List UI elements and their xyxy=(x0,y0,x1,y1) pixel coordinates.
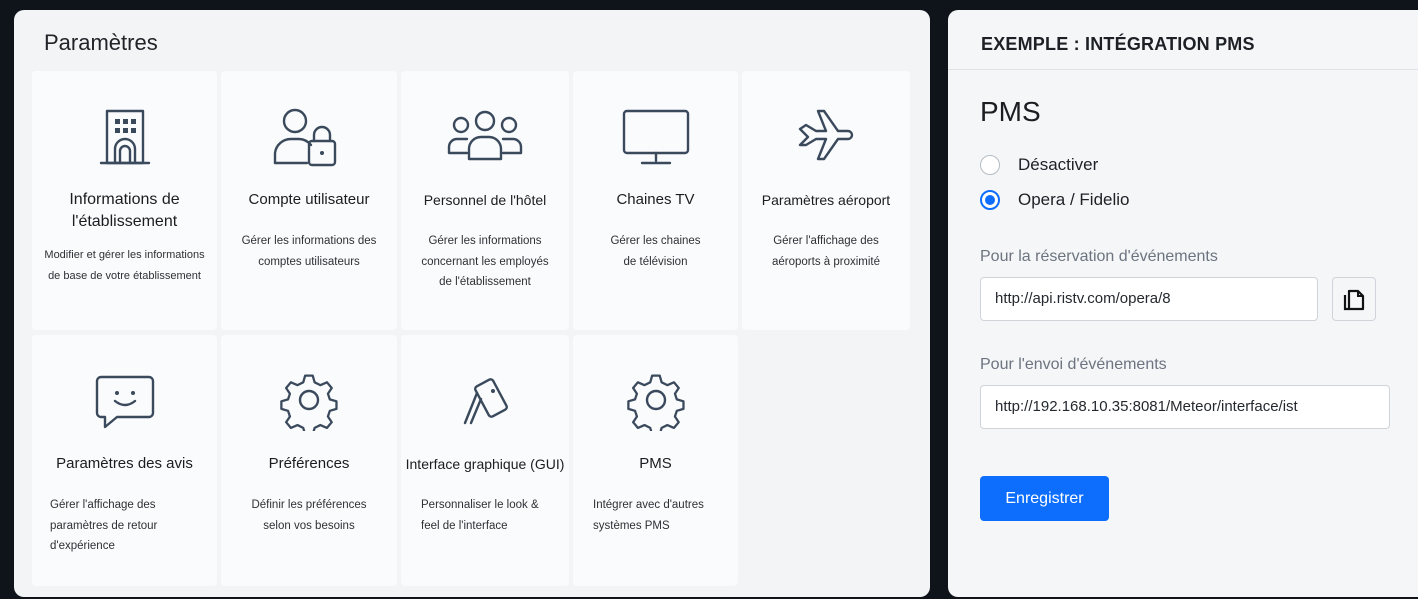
gear-icon xyxy=(573,371,738,431)
radio-button-selected[interactable] xyxy=(980,190,1000,210)
panel-header: EXEMPLE : INTÉGRATION PMS xyxy=(948,10,1418,70)
card-desc: Définir les préférences selon vos besoin… xyxy=(251,499,367,532)
card-name: Préférences xyxy=(268,455,350,472)
card-name: Personnel de l'hôtel xyxy=(423,192,547,208)
card-desc: Intégrer avec d'autres systèmes PMS xyxy=(593,499,704,532)
tv-icon xyxy=(573,107,738,167)
card-desc: Personnaliser le look & feel de l'interf… xyxy=(421,499,539,532)
radio-label: Désactiver xyxy=(1018,155,1099,174)
radio-opera-fidelio[interactable]: Opera / Fidelio xyxy=(980,190,1130,210)
airplane-icon xyxy=(742,107,910,167)
building-icon xyxy=(32,107,217,167)
settings-panel: Paramètres Informations de l'établisseme… xyxy=(14,10,930,597)
feedback-icon xyxy=(32,371,217,431)
card-name: Chaines TV xyxy=(616,191,695,208)
card-desc: Gérer l'affichage des paramètres de reto… xyxy=(50,499,158,552)
card-desc: Gérer les chaines de télévision xyxy=(610,235,701,268)
radio-label: Opera / Fidelio xyxy=(1018,190,1130,209)
users-icon xyxy=(401,107,569,167)
send-label: Pour l'envoi d'événements xyxy=(980,356,1167,373)
card-airport-settings[interactable]: Paramètres aéroport Gérer l'affichage de… xyxy=(742,71,910,330)
card-tv-channels[interactable]: Chaines TV Gérer les chaines de télévisi… xyxy=(573,71,738,330)
gear-icon xyxy=(221,371,397,431)
save-button[interactable]: Enregistrer xyxy=(980,476,1109,521)
card-gui[interactable]: Interface graphique (GUI) Personnaliser … xyxy=(401,335,569,586)
radio-disable[interactable]: Désactiver xyxy=(980,155,1098,175)
card-desc: Gérer les informations concernant les em… xyxy=(421,235,549,288)
card-desc: Modifier et gérer les informations de ba… xyxy=(44,249,205,282)
card-name: PMS xyxy=(639,455,672,472)
reservation-label: Pour la réservation d'événements xyxy=(980,248,1218,265)
card-name: Informations de l'établissement xyxy=(69,191,180,230)
card-preferences[interactable]: Préférences Définir les préférences selo… xyxy=(221,335,397,586)
send-url-input[interactable]: http://192.168.10.35:8081/Meteor/interfa… xyxy=(980,385,1390,429)
user-lock-icon xyxy=(221,107,397,167)
copy-icon xyxy=(1343,289,1365,311)
card-hotel-staff[interactable]: Personnel de l'hôtel Gérer les informati… xyxy=(401,71,569,330)
card-desc: Gérer les informations des comptes utili… xyxy=(241,235,377,268)
card-review-settings[interactable]: Paramètres des avis Gérer l'affichage de… xyxy=(32,335,217,586)
copy-button[interactable] xyxy=(1332,277,1376,321)
settings-title: Paramètres xyxy=(44,30,158,55)
pms-title: PMS xyxy=(980,96,1041,127)
card-name: Compte utilisateur xyxy=(248,191,370,208)
card-desc: Gérer l'affichage des aéroports à proxim… xyxy=(771,235,881,268)
palette-cards-icon xyxy=(401,371,569,431)
card-name: Paramètres aéroport xyxy=(761,192,891,208)
pms-example-panel: EXEMPLE : INTÉGRATION PMS PMS Désactiver… xyxy=(948,10,1418,597)
card-user-account[interactable]: Compte utilisateur Gérer les information… xyxy=(221,71,397,330)
reservation-url-input[interactable]: http://api.ristv.com/opera/8 xyxy=(980,277,1318,321)
radio-button[interactable] xyxy=(980,155,1000,175)
card-establishment-info[interactable]: Informations de l'établissement Modifier… xyxy=(32,71,217,330)
panel-header-title: EXEMPLE : INTÉGRATION PMS xyxy=(981,34,1255,54)
card-name: Paramètres des avis xyxy=(56,455,193,472)
card-name: Interface graphique (GUI) xyxy=(405,456,565,472)
card-pms[interactable]: PMS Intégrer avec d'autres systèmes PMS xyxy=(573,335,738,586)
